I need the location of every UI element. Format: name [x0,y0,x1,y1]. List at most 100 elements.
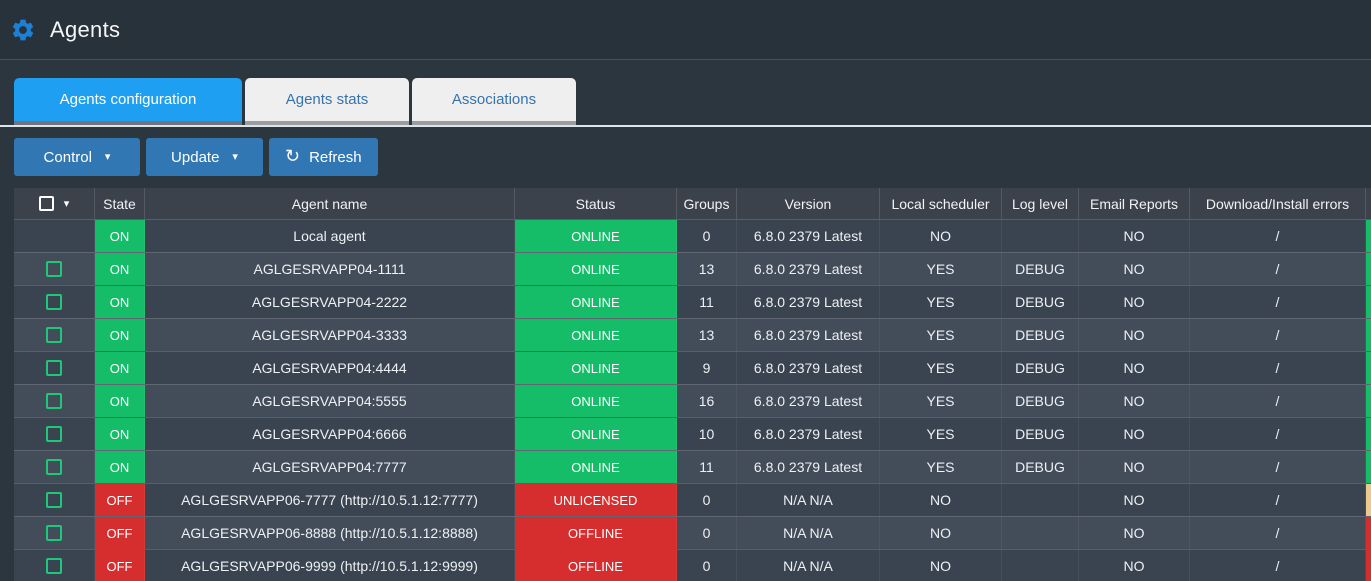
agent-name-cell: AGLGESRVAPP04-2222 [145,286,515,318]
local-scheduler-cell: YES [880,253,1002,285]
local-scheduler-cell: NO [880,220,1002,252]
tab-associations[interactable]: Associations [412,78,576,125]
email-reports-cell: NO [1079,352,1190,384]
local-scheduler-cell: NO [880,550,1002,581]
version-cell: N/A N/A [737,484,880,516]
email-reports-cell: NO [1079,451,1190,483]
row-select-cell [14,550,95,581]
table-row: ONLocal agentONLINE06.8.0 2379 LatestNON… [14,219,1371,252]
download-install-errors-cell: / [1190,385,1366,417]
row-select-cell [14,286,95,318]
row-status-strip [1366,385,1371,417]
row-checkbox[interactable] [46,393,62,409]
row-checkbox[interactable] [46,459,62,475]
status-badge: OFFLINE [515,517,677,549]
column-header-agent-name[interactable]: Agent name [145,188,515,219]
log-level-cell: DEBUG [1002,385,1079,417]
chevron-down-icon: ▾ [105,152,111,163]
status-badge: OFFLINE [515,550,677,581]
state-badge: ON [95,352,145,384]
select-all-caret-icon[interactable]: ▾ [64,197,70,210]
column-header-download-install-errors[interactable]: Download/Install errors [1190,188,1366,219]
groups-cell: 0 [677,484,737,516]
download-install-errors-cell: / [1190,220,1366,252]
status-badge: ONLINE [515,220,677,252]
row-select-cell [14,517,95,549]
column-header-status[interactable]: Status [515,188,677,219]
local-scheduler-cell: YES [880,451,1002,483]
row-checkbox[interactable] [46,525,62,541]
row-checkbox[interactable] [46,261,62,277]
table-row: ONAGLGESRVAPP04-3333ONLINE136.8.0 2379 L… [14,318,1371,351]
download-install-errors-cell: / [1190,352,1366,384]
version-cell: 6.8.0 2379 Latest [737,286,880,318]
groups-cell: 0 [677,220,737,252]
update-button-label: Update [171,149,219,166]
status-badge: ONLINE [515,319,677,351]
version-cell: N/A N/A [737,517,880,549]
refresh-button-label: Refresh [309,149,362,166]
column-header-groups[interactable]: Groups [677,188,737,219]
log-level-cell: DEBUG [1002,418,1079,450]
refresh-button[interactable]: ↻ Refresh [269,138,378,176]
control-button[interactable]: Control ▾ [14,138,140,176]
column-header-email-reports[interactable]: Email Reports [1079,188,1190,219]
control-button-label: Control [44,149,92,166]
tab-agents-configuration[interactable]: Agents configuration [14,78,242,125]
table-row: ONAGLGESRVAPP04:5555ONLINE166.8.0 2379 L… [14,384,1371,417]
update-button[interactable]: Update ▾ [146,138,263,176]
email-reports-cell: NO [1079,319,1190,351]
row-checkbox[interactable] [46,327,62,343]
agent-name-cell: Local agent [145,220,515,252]
version-cell: 6.8.0 2379 Latest [737,319,880,351]
row-select-cell [14,253,95,285]
agent-name-cell: AGLGESRVAPP06-8888 (http://10.5.1.12:888… [145,517,515,549]
row-checkbox[interactable] [46,426,62,442]
row-checkbox[interactable] [46,492,62,508]
state-badge: OFF [95,550,145,581]
tab-bar: Agents configuration Agents stats Associ… [0,78,1371,125]
table-header-row: ▾ State Agent name Status Groups Version… [14,188,1371,219]
download-install-errors-cell: / [1190,418,1366,450]
column-header-version[interactable]: Version [737,188,880,219]
row-select-cell [14,220,95,252]
download-install-errors-cell: / [1190,319,1366,351]
row-status-strip [1366,220,1371,252]
log-level-cell: DEBUG [1002,319,1079,351]
local-scheduler-cell: YES [880,286,1002,318]
version-cell: N/A N/A [737,550,880,581]
row-status-strip [1366,517,1371,549]
version-cell: 6.8.0 2379 Latest [737,220,880,252]
status-strip-header-cell [1366,188,1371,219]
table-row: ONAGLGESRVAPP04:4444ONLINE96.8.0 2379 La… [14,351,1371,384]
row-status-strip [1366,253,1371,285]
groups-cell: 16 [677,385,737,417]
select-all-header-cell[interactable]: ▾ [14,188,95,219]
select-all-checkbox[interactable] [39,196,54,211]
email-reports-cell: NO [1079,385,1190,417]
row-checkbox[interactable] [46,558,62,574]
download-install-errors-cell: / [1190,253,1366,285]
row-checkbox[interactable] [46,360,62,376]
tab-agents-stats[interactable]: Agents stats [245,78,409,125]
download-install-errors-cell: / [1190,517,1366,549]
download-install-errors-cell: / [1190,484,1366,516]
email-reports-cell: NO [1079,286,1190,318]
state-badge: ON [95,220,145,252]
row-checkbox[interactable] [46,294,62,310]
gear-icon [10,17,36,43]
column-header-log-level[interactable]: Log level [1002,188,1079,219]
email-reports-cell: NO [1079,517,1190,549]
local-scheduler-cell: NO [880,484,1002,516]
email-reports-cell: NO [1079,418,1190,450]
agent-name-cell: AGLGESRVAPP04-1111 [145,253,515,285]
log-level-cell: DEBUG [1002,352,1079,384]
local-scheduler-cell: YES [880,319,1002,351]
column-header-local-scheduler[interactable]: Local scheduler [880,188,1002,219]
groups-cell: 11 [677,451,737,483]
local-scheduler-cell: NO [880,517,1002,549]
local-scheduler-cell: YES [880,418,1002,450]
refresh-icon: ↻ [285,147,300,165]
column-header-state[interactable]: State [95,188,145,219]
table-row: ONAGLGESRVAPP04-1111ONLINE136.8.0 2379 L… [14,252,1371,285]
